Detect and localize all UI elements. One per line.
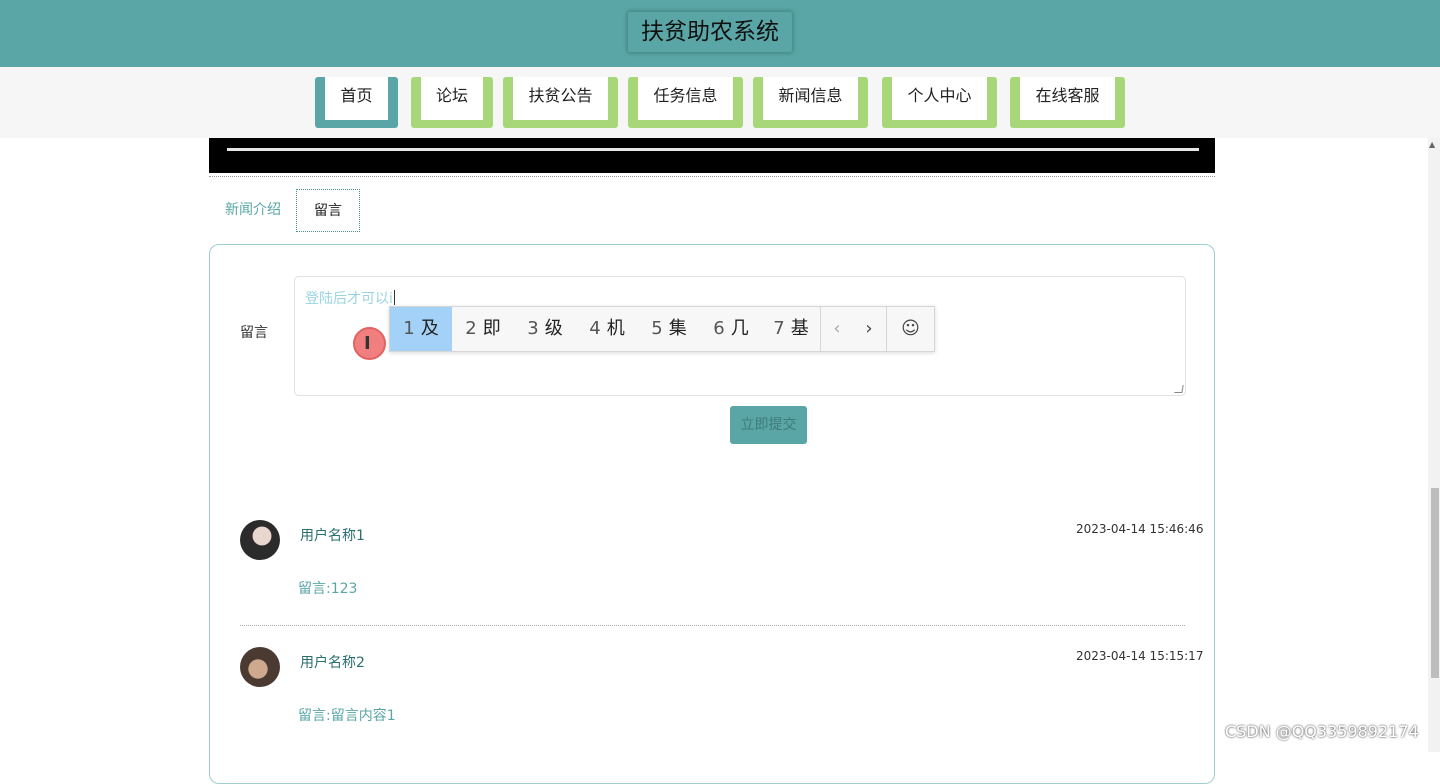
- nav-profile[interactable]: 个人中心: [882, 77, 997, 128]
- message-input-text: 登陆后才可以i: [305, 290, 395, 307]
- comment-username: 用户名称1: [300, 528, 365, 544]
- ime-candidate-7[interactable]: 7基: [762, 307, 820, 351]
- avatar: [240, 647, 280, 687]
- ime-candidate-1[interactable]: 1及: [390, 307, 452, 351]
- nav-home[interactable]: 首页: [315, 77, 398, 128]
- ime-next-page-icon[interactable]: ›: [853, 307, 885, 351]
- nav-tasks-label: 任务信息: [638, 77, 733, 120]
- avatar: [240, 520, 280, 560]
- tab-message[interactable]: 留言: [296, 189, 360, 232]
- comment-timestamp: 2023-04-14 15:15:17: [1076, 649, 1204, 663]
- nav-support[interactable]: 在线客服: [1010, 77, 1125, 128]
- submit-button[interactable]: 立即提交: [730, 406, 807, 444]
- message-label: 留言: [240, 325, 268, 341]
- tab-news-intro[interactable]: 新闻介绍: [213, 189, 293, 232]
- nav-profile-label: 个人中心: [892, 77, 987, 120]
- video-player[interactable]: [209, 138, 1215, 173]
- comment-text: 留言:留言内容1: [298, 708, 396, 724]
- watermark: CSDN @QQ3359892174: [1225, 722, 1419, 741]
- mouse-cursor-highlight: I: [353, 327, 386, 360]
- ime-candidate-4[interactable]: 4机: [576, 307, 638, 351]
- comment-divider: [240, 625, 1185, 626]
- nav-forum[interactable]: 论坛: [411, 77, 493, 128]
- text-caret: [393, 290, 395, 305]
- nav-tasks[interactable]: 任务信息: [628, 77, 743, 128]
- main-nav: 首页 论坛 扶贫公告 任务信息 新闻信息 个人中心 在线客服: [0, 67, 1440, 138]
- resize-handle-icon[interactable]: [1174, 385, 1184, 393]
- ime-candidate-3[interactable]: 3级: [514, 307, 576, 351]
- scroll-up-arrow-icon[interactable]: ▲: [1429, 140, 1435, 149]
- nav-announcements[interactable]: 扶贫公告: [503, 77, 618, 128]
- ime-candidate-5[interactable]: 5集: [638, 307, 700, 351]
- nav-news[interactable]: 新闻信息: [753, 77, 868, 128]
- nav-support-label: 在线客服: [1020, 77, 1115, 120]
- ime-candidate-bar: 1及 2即 3级 4机 5集 6几 7基 ‹ › ☺: [389, 306, 935, 352]
- video-progress-bar[interactable]: [227, 148, 1199, 151]
- ime-candidate-6[interactable]: 6几: [700, 307, 762, 351]
- nav-forum-label: 论坛: [421, 77, 483, 120]
- app-title: 扶贫助农系统: [627, 11, 793, 53]
- comment-username: 用户名称2: [300, 655, 365, 671]
- nav-announcements-label: 扶贫公告: [513, 77, 608, 120]
- text-cursor-icon: I: [364, 333, 371, 354]
- app-header: 扶贫助农系统: [0, 0, 1440, 67]
- comment-text: 留言:123: [298, 581, 358, 597]
- nav-news-label: 新闻信息: [763, 77, 858, 120]
- ime-candidate-2[interactable]: 2即: [452, 307, 514, 351]
- nav-home-label: 首页: [325, 77, 388, 120]
- ime-emoji-icon[interactable]: ☺: [887, 307, 934, 351]
- comment-timestamp: 2023-04-14 15:46:46: [1076, 522, 1204, 536]
- ime-prev-page-icon[interactable]: ‹: [821, 307, 853, 351]
- divider: [209, 176, 1215, 177]
- scrollbar-thumb[interactable]: [1431, 488, 1439, 678]
